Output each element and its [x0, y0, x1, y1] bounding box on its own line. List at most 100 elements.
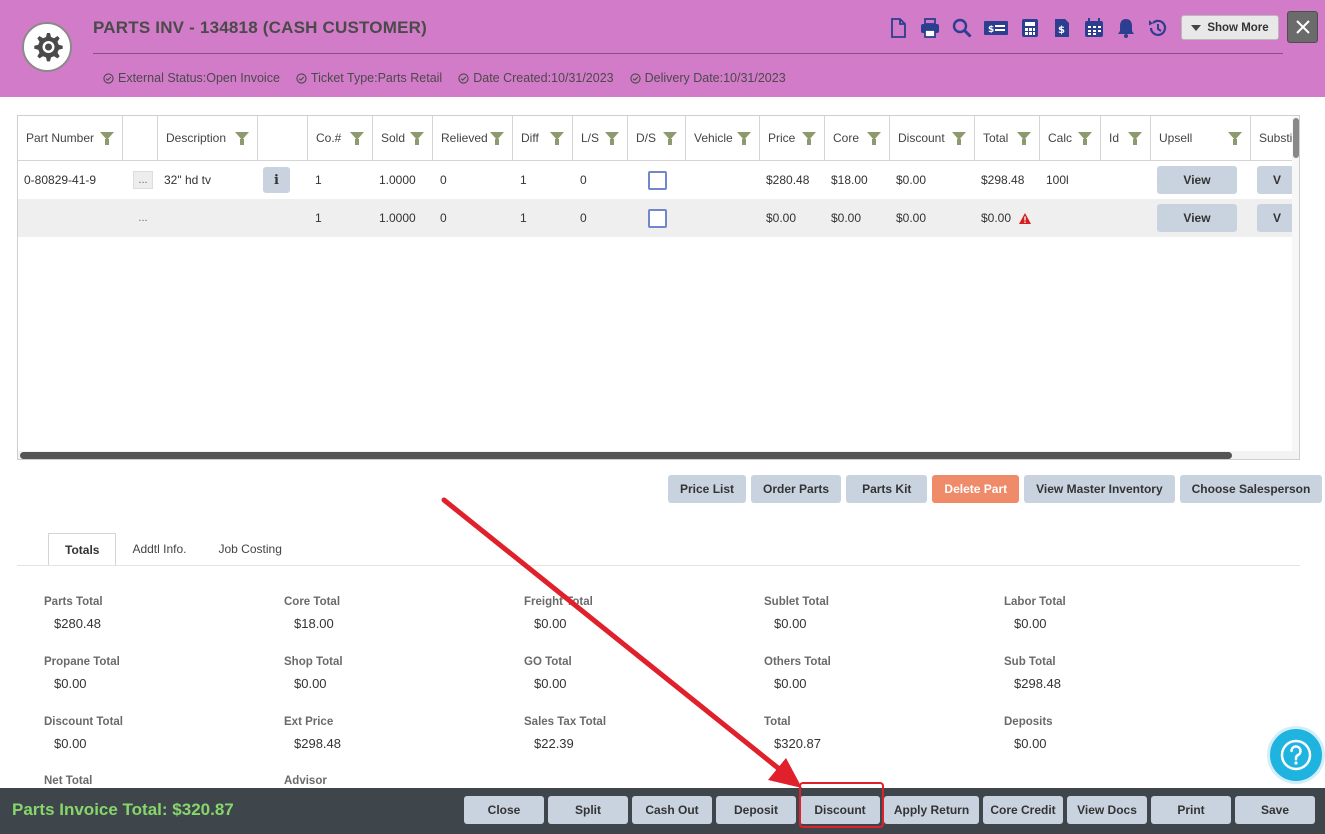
others-total: Others Total $0.00	[764, 656, 831, 691]
delete-part-button[interactable]: Delete Part	[932, 475, 1020, 503]
cell-diff: 1	[520, 173, 527, 187]
more-options-button[interactable]: ...	[133, 171, 153, 189]
totals-panel: Parts Total $280.48 Core Total $18.00 Frei…	[17, 565, 1300, 790]
core-credit-button[interactable]: Core Credit	[983, 796, 1063, 824]
parts-kit-button[interactable]: Parts Kit	[846, 475, 928, 503]
substi-view-button[interactable]: V	[1257, 166, 1297, 194]
freight-total: Freight Total $0.00	[524, 596, 593, 631]
table-row[interactable]: ... 1 1.0000 0 1 0 $0.00 $0.00 $0.00 $0.…	[18, 199, 1299, 237]
col-core[interactable]: Core	[825, 116, 890, 160]
upsell-view-button[interactable]: View	[1157, 204, 1237, 232]
col-blank-1	[123, 116, 158, 160]
search-icon[interactable]	[950, 16, 973, 40]
price-list-button[interactable]: Price List	[668, 475, 747, 503]
save-button[interactable]: Save	[1235, 796, 1315, 824]
filter-icon[interactable]	[1078, 132, 1092, 145]
apply-return-button[interactable]: Apply Return	[884, 796, 979, 824]
discount-button[interactable]: Discount	[800, 796, 880, 824]
col-sold[interactable]: Sold	[373, 116, 433, 160]
cell-relieved: 0	[440, 173, 447, 187]
col-calc[interactable]: Calc	[1040, 116, 1101, 160]
deposit-button[interactable]: Deposit	[716, 796, 796, 824]
totals-tabs: Totals Addtl Info. Job Costing	[48, 533, 298, 565]
split-button[interactable]: Split	[548, 796, 628, 824]
bell-icon[interactable]	[1114, 16, 1137, 40]
vertical-scrollbar[interactable]	[1292, 116, 1299, 451]
col-id[interactable]: Id	[1101, 116, 1151, 160]
col-relieved[interactable]: Relieved	[433, 116, 513, 160]
order-parts-button[interactable]: Order Parts	[751, 475, 842, 503]
cash-out-button[interactable]: Cash Out	[632, 796, 712, 824]
close-window-button[interactable]	[1287, 11, 1318, 43]
calculator-icon[interactable]	[1018, 16, 1041, 40]
col-upsell[interactable]: Upsell	[1151, 116, 1251, 160]
more-options-button[interactable]: ...	[133, 209, 153, 227]
col-price[interactable]: Price	[760, 116, 825, 160]
cell-diff: 1	[520, 211, 527, 225]
settings-gear-icon[interactable]	[22, 22, 72, 72]
discount-total: Discount Total $0.00	[44, 716, 124, 751]
filter-icon[interactable]	[663, 132, 677, 145]
close-icon	[1295, 20, 1310, 34]
tab-totals[interactable]: Totals	[48, 533, 117, 565]
close-button[interactable]: Close	[464, 796, 544, 824]
filter-icon[interactable]	[1017, 132, 1031, 145]
filter-icon[interactable]	[235, 132, 249, 145]
ds-checkbox[interactable]	[648, 208, 667, 228]
filter-icon[interactable]	[100, 132, 114, 145]
filter-icon[interactable]	[867, 132, 881, 145]
col-co[interactable]: Co.#	[308, 116, 373, 160]
history-icon[interactable]	[1146, 16, 1169, 40]
tab-job-costing[interactable]: Job Costing	[203, 533, 298, 565]
invoice-total: Parts Invoice Total: $320.87	[12, 800, 234, 819]
scrollbar-thumb[interactable]	[20, 452, 1232, 459]
cell-total: $298.48	[981, 173, 1025, 187]
choose-salesperson-button[interactable]: Choose Salesperson	[1179, 475, 1323, 503]
filter-icon[interactable]	[490, 132, 504, 145]
info-button[interactable]: i	[263, 167, 290, 193]
filter-icon[interactable]	[1228, 132, 1242, 145]
check-circle-icon	[458, 72, 469, 84]
scrollbar-thumb[interactable]	[1293, 118, 1299, 158]
filter-icon[interactable]	[350, 132, 364, 145]
filter-icon[interactable]	[1128, 132, 1142, 145]
filter-icon[interactable]	[605, 132, 619, 145]
filter-icon[interactable]	[802, 132, 816, 145]
table-row[interactable]: 0-80829-41-9 ... 32" hd tv i 1 1.0000 0 …	[18, 161, 1299, 199]
col-ds[interactable]: D/S	[628, 116, 686, 160]
tab-addtl-info[interactable]: Addtl Info.	[116, 533, 202, 565]
col-discount[interactable]: Discount	[890, 116, 975, 160]
document-icon[interactable]	[886, 16, 909, 40]
printer-icon[interactable]	[918, 16, 941, 40]
money-icon[interactable]: $	[982, 16, 1009, 40]
print-button[interactable]: Print	[1151, 796, 1231, 824]
col-ls[interactable]: L/S	[573, 116, 628, 160]
upsell-view-button[interactable]: View	[1157, 166, 1237, 194]
help-button[interactable]	[1267, 726, 1325, 784]
status-line: External Status:Open Invoice Ticket Type…	[103, 71, 786, 85]
calendar-icon[interactable]	[1082, 16, 1105, 40]
col-description[interactable]: Description	[158, 116, 258, 160]
filter-icon[interactable]	[550, 132, 564, 145]
filter-icon[interactable]	[737, 132, 751, 145]
cell-price: $280.48	[766, 173, 810, 187]
substi-view-button[interactable]: V	[1257, 204, 1297, 232]
footer-bar: Parts Invoice Total: $320.87 Close Split…	[0, 788, 1325, 834]
col-diff[interactable]: Diff	[513, 116, 573, 160]
filter-icon[interactable]	[952, 132, 966, 145]
cell-relieved: 0	[440, 211, 447, 225]
header-toolbar: $ $	[886, 16, 1169, 40]
view-master-inventory-button[interactable]: View Master Inventory	[1024, 475, 1175, 503]
col-vehicle[interactable]: Vehicle	[686, 116, 760, 160]
caret-down-icon	[1191, 24, 1202, 31]
col-total[interactable]: Total	[975, 116, 1040, 160]
show-more-button[interactable]: Show More	[1181, 15, 1279, 40]
propane-total: Propane Total $0.00	[44, 656, 120, 691]
col-part-number[interactable]: Part Number	[18, 116, 123, 160]
invoice-dollar-icon[interactable]: $	[1050, 16, 1073, 40]
filter-icon[interactable]	[410, 132, 424, 145]
horizontal-scrollbar[interactable]	[18, 451, 1299, 459]
view-docs-button[interactable]: View Docs	[1067, 796, 1147, 824]
ds-checkbox[interactable]	[648, 170, 667, 190]
cell-ls: 0	[580, 211, 587, 225]
